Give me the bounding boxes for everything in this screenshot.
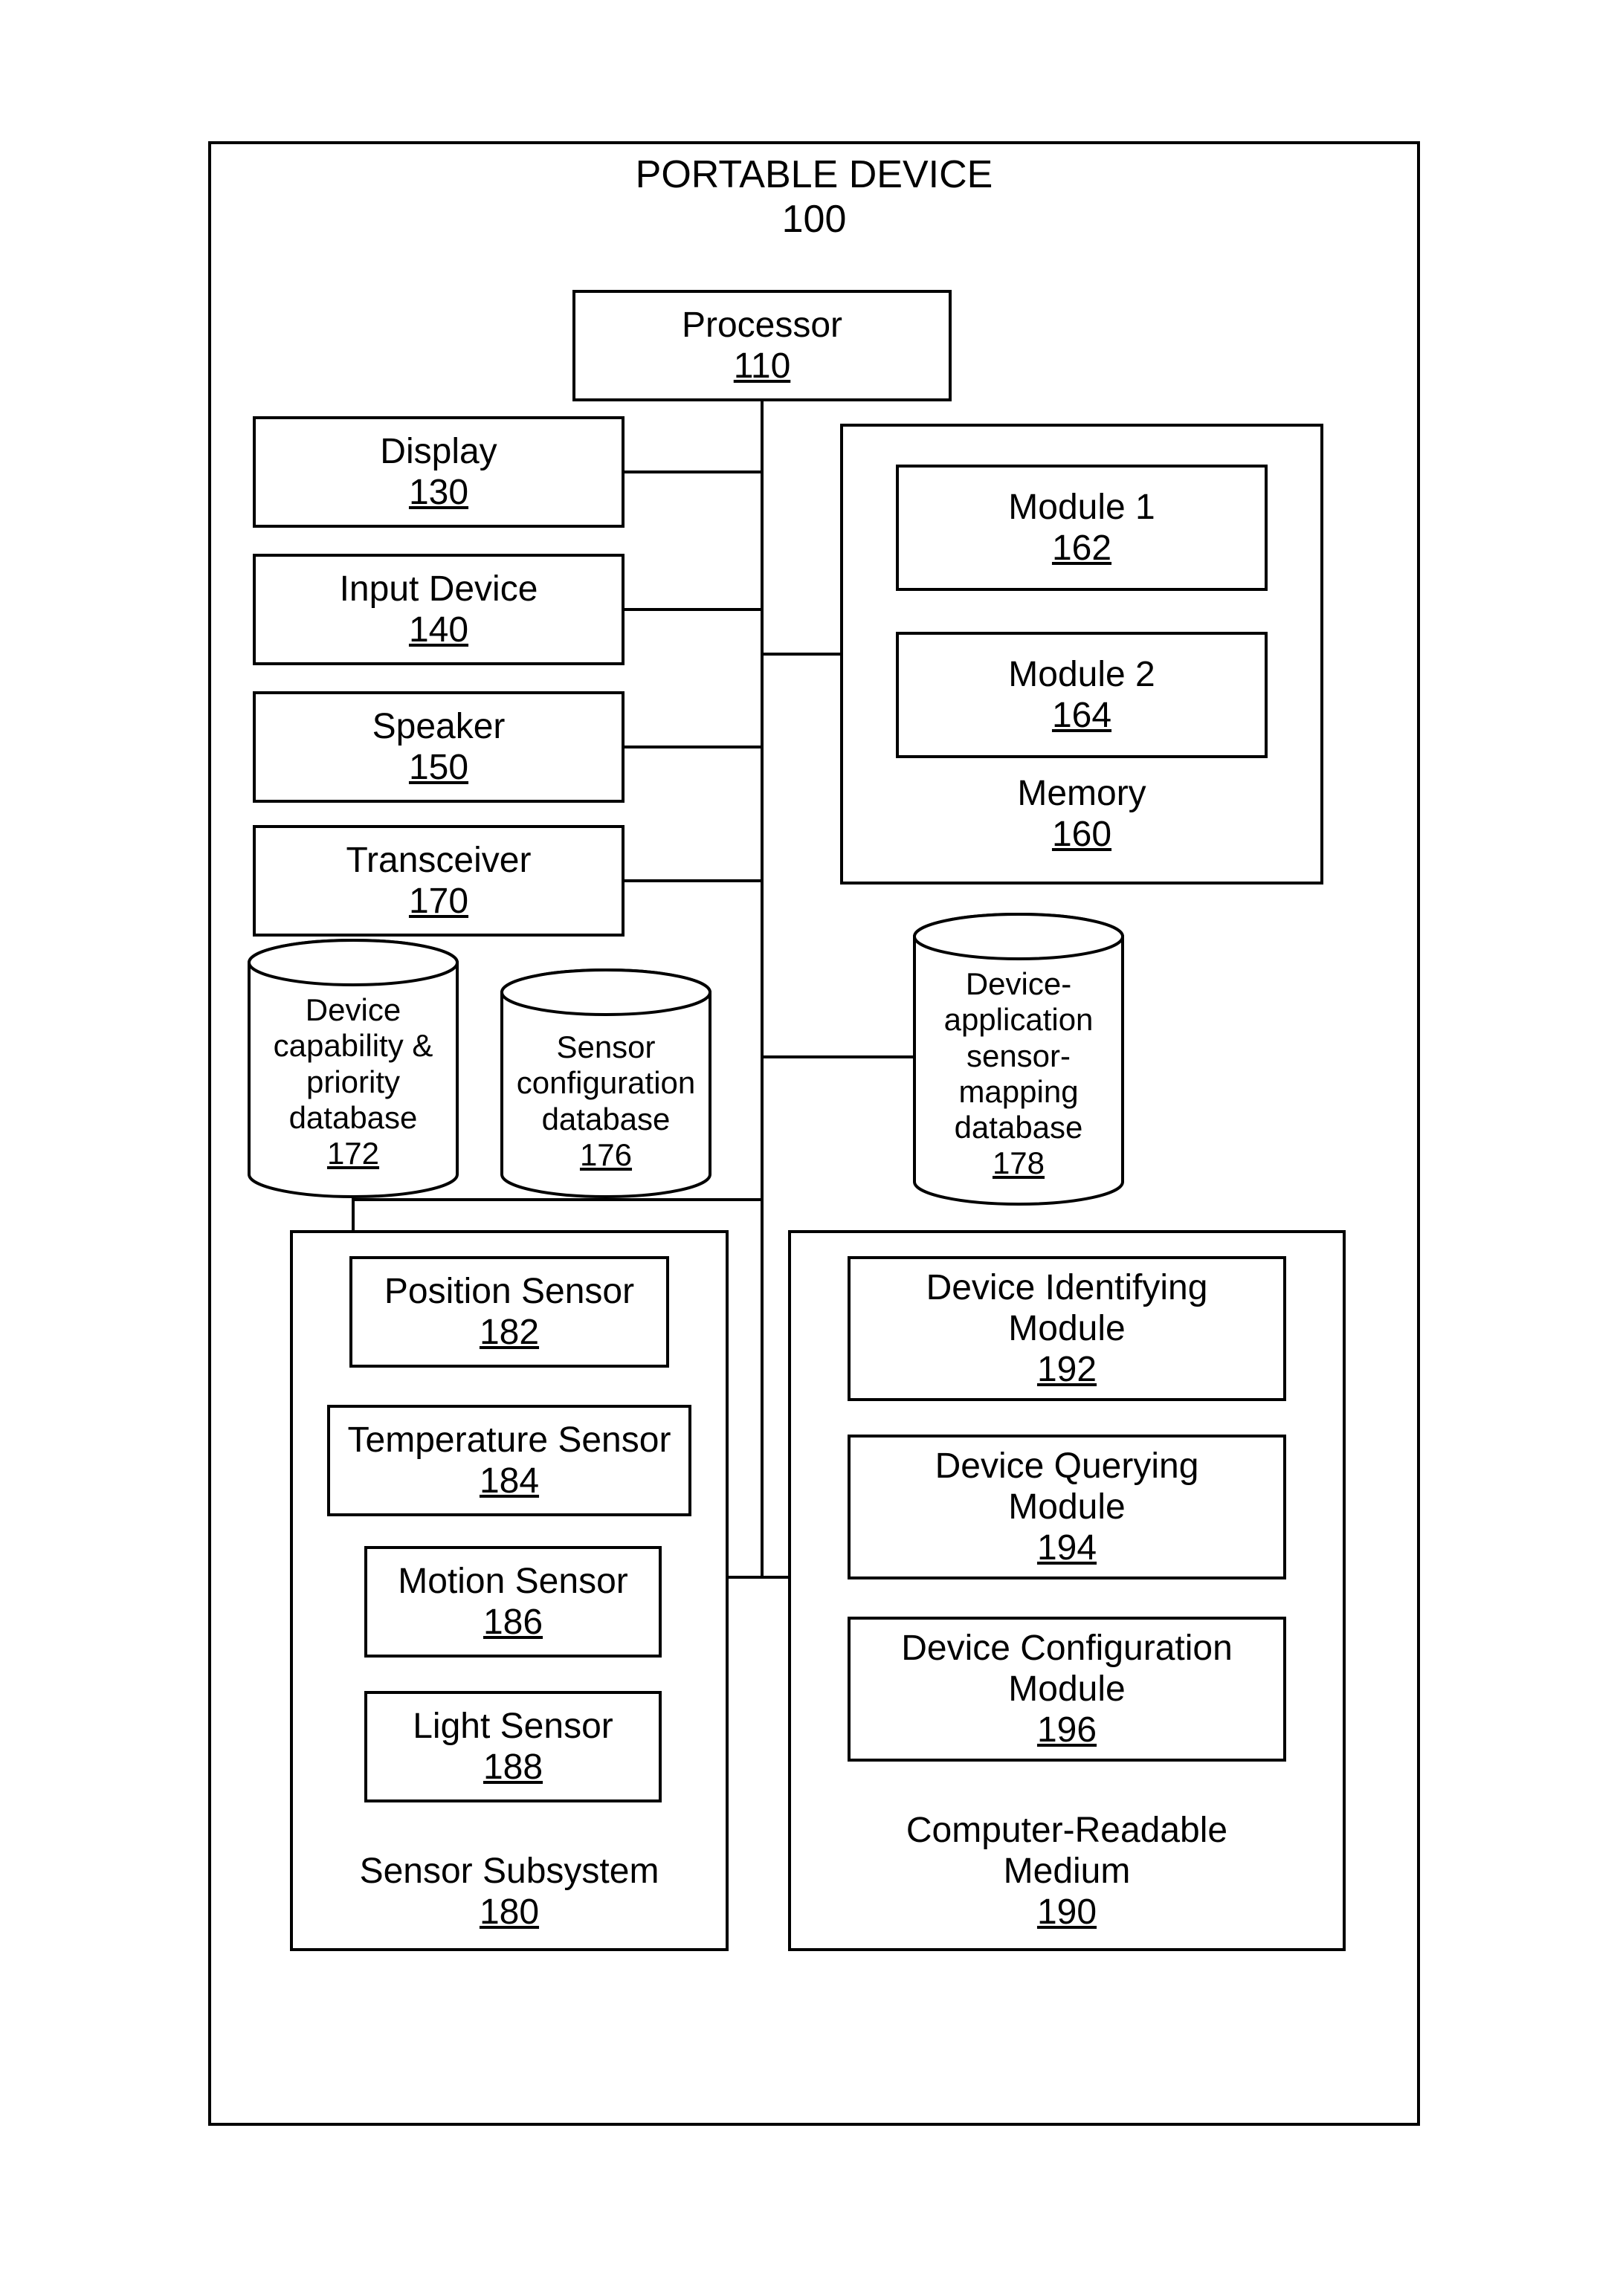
db1-l1: Device: [306, 992, 401, 1027]
line-memory: [761, 653, 840, 656]
input-label: Input Device: [340, 569, 538, 609]
db1-num: 172: [327, 1136, 379, 1171]
devCfg-label2: Module: [1008, 1669, 1125, 1710]
processor-box: Processor 110: [572, 290, 952, 401]
outer-title-num: 100: [782, 198, 847, 241]
light-label: Light Sensor: [413, 1706, 613, 1747]
db2-l3: database: [542, 1102, 671, 1136]
display-label: Display: [380, 431, 497, 472]
input-box: Input Device 140: [253, 554, 625, 665]
position-sensor-box: Position Sensor 182: [349, 1256, 669, 1368]
module2-box: Module 2 164: [896, 632, 1268, 758]
temp-num: 184: [480, 1461, 539, 1501]
speaker-label: Speaker: [372, 706, 506, 747]
pos-label: Position Sensor: [384, 1271, 634, 1312]
crm-num: 190: [1037, 1892, 1097, 1932]
devQ-num: 194: [1037, 1527, 1097, 1568]
speaker-box: Speaker 150: [253, 691, 625, 803]
devQ-label2: Module: [1008, 1487, 1125, 1527]
db3-l2: application: [944, 1002, 1094, 1037]
pos-num: 182: [480, 1312, 539, 1353]
db2-l2: configuration: [517, 1065, 696, 1100]
db3-l4: mapping: [958, 1074, 1078, 1109]
diagram-canvas: PORTABLE DEVICE 100 Processor 110 Displa…: [0, 0, 1620, 2296]
dev-q-box: Device Querying Module 194: [848, 1435, 1286, 1579]
input-num: 140: [409, 609, 468, 650]
db2-l1: Sensor: [556, 1029, 655, 1064]
light-sensor-box: Light Sensor 188: [364, 1691, 662, 1802]
db3-num: 178: [993, 1145, 1045, 1180]
devId-label2: Module: [1008, 1308, 1125, 1349]
line-db1-h: [352, 1198, 764, 1201]
devId-label: Device Identifying: [926, 1267, 1208, 1308]
display-num: 130: [409, 472, 468, 513]
module1-box: Module 1 162: [896, 465, 1268, 591]
processor-label: Processor: [682, 305, 842, 346]
motion-label: Motion Sensor: [398, 1561, 628, 1602]
transceiver-label: Transceiver: [346, 840, 532, 881]
db3-l5: database: [955, 1110, 1083, 1145]
db3-cylinder: Device- application sensor- mapping data…: [911, 911, 1126, 1208]
crm-label: Computer-Readable Medium 190: [788, 1810, 1346, 1933]
bus-vertical: [761, 401, 764, 1577]
crm-label2-text: Medium: [1004, 1852, 1131, 1891]
module1-label: Module 1: [1008, 487, 1155, 528]
outer-title: PORTABLE DEVICE 100: [208, 152, 1420, 242]
dev-cfg-box: Device Configuration Module 196: [848, 1617, 1286, 1762]
line-transceiver: [625, 879, 764, 882]
sensor-subsystem-label: Sensor Subsystem 180: [290, 1851, 729, 1933]
db1-l2: capability &: [274, 1028, 433, 1063]
memory-num: 160: [1052, 815, 1111, 854]
sensorSub-label: Sensor Subsystem: [360, 1852, 659, 1891]
line-crm: [761, 1576, 788, 1579]
devCfg-label: Device Configuration: [901, 1628, 1233, 1669]
crm-label-text: Computer-Readable: [906, 1811, 1227, 1850]
line-sensor: [729, 1576, 764, 1579]
db3-l3: sensor-: [966, 1038, 1071, 1073]
temp-label: Temperature Sensor: [348, 1420, 671, 1461]
transceiver-box: Transceiver 170: [253, 825, 625, 937]
light-num: 188: [483, 1747, 543, 1788]
devCfg-num: 196: [1037, 1710, 1097, 1750]
motion-sensor-box: Motion Sensor 186: [364, 1546, 662, 1658]
memory-label-text: Memory: [1017, 774, 1146, 813]
display-box: Display 130: [253, 416, 625, 528]
db2-text: Sensor configuration database 176: [498, 1029, 714, 1173]
db1-l4: database: [289, 1100, 418, 1135]
transceiver-num: 170: [409, 881, 468, 922]
motion-num: 186: [483, 1602, 543, 1643]
memory-label: Memory 160: [840, 773, 1323, 855]
devId-num: 192: [1037, 1349, 1097, 1390]
db1-l3: priority: [306, 1064, 400, 1099]
devQ-label: Device Querying: [935, 1446, 1199, 1487]
db3-text: Device- application sensor- mapping data…: [911, 966, 1126, 1182]
line-db1-v: [352, 1198, 355, 1230]
module1-num: 162: [1052, 528, 1111, 569]
outer-title-text: PORTABLE DEVICE: [636, 153, 993, 196]
module2-label: Module 2: [1008, 654, 1155, 695]
temperature-sensor-box: Temperature Sensor 184: [327, 1405, 691, 1516]
line-speaker: [625, 746, 764, 748]
db2-num: 176: [580, 1137, 632, 1172]
db3-l1: Device-: [966, 966, 1071, 1001]
db2-cylinder: Sensor configuration database 176: [498, 966, 714, 1200]
db1-cylinder: Device capability & priority database 17…: [245, 937, 461, 1200]
speaker-num: 150: [409, 747, 468, 788]
db1-text: Device capability & priority database 17…: [245, 992, 461, 1171]
sensorSub-num: 180: [480, 1892, 539, 1932]
line-db3: [761, 1055, 913, 1058]
module2-num: 164: [1052, 695, 1111, 736]
line-input: [625, 608, 764, 611]
processor-num: 110: [734, 346, 791, 387]
line-display: [625, 470, 764, 473]
dev-id-box: Device Identifying Module 192: [848, 1256, 1286, 1401]
